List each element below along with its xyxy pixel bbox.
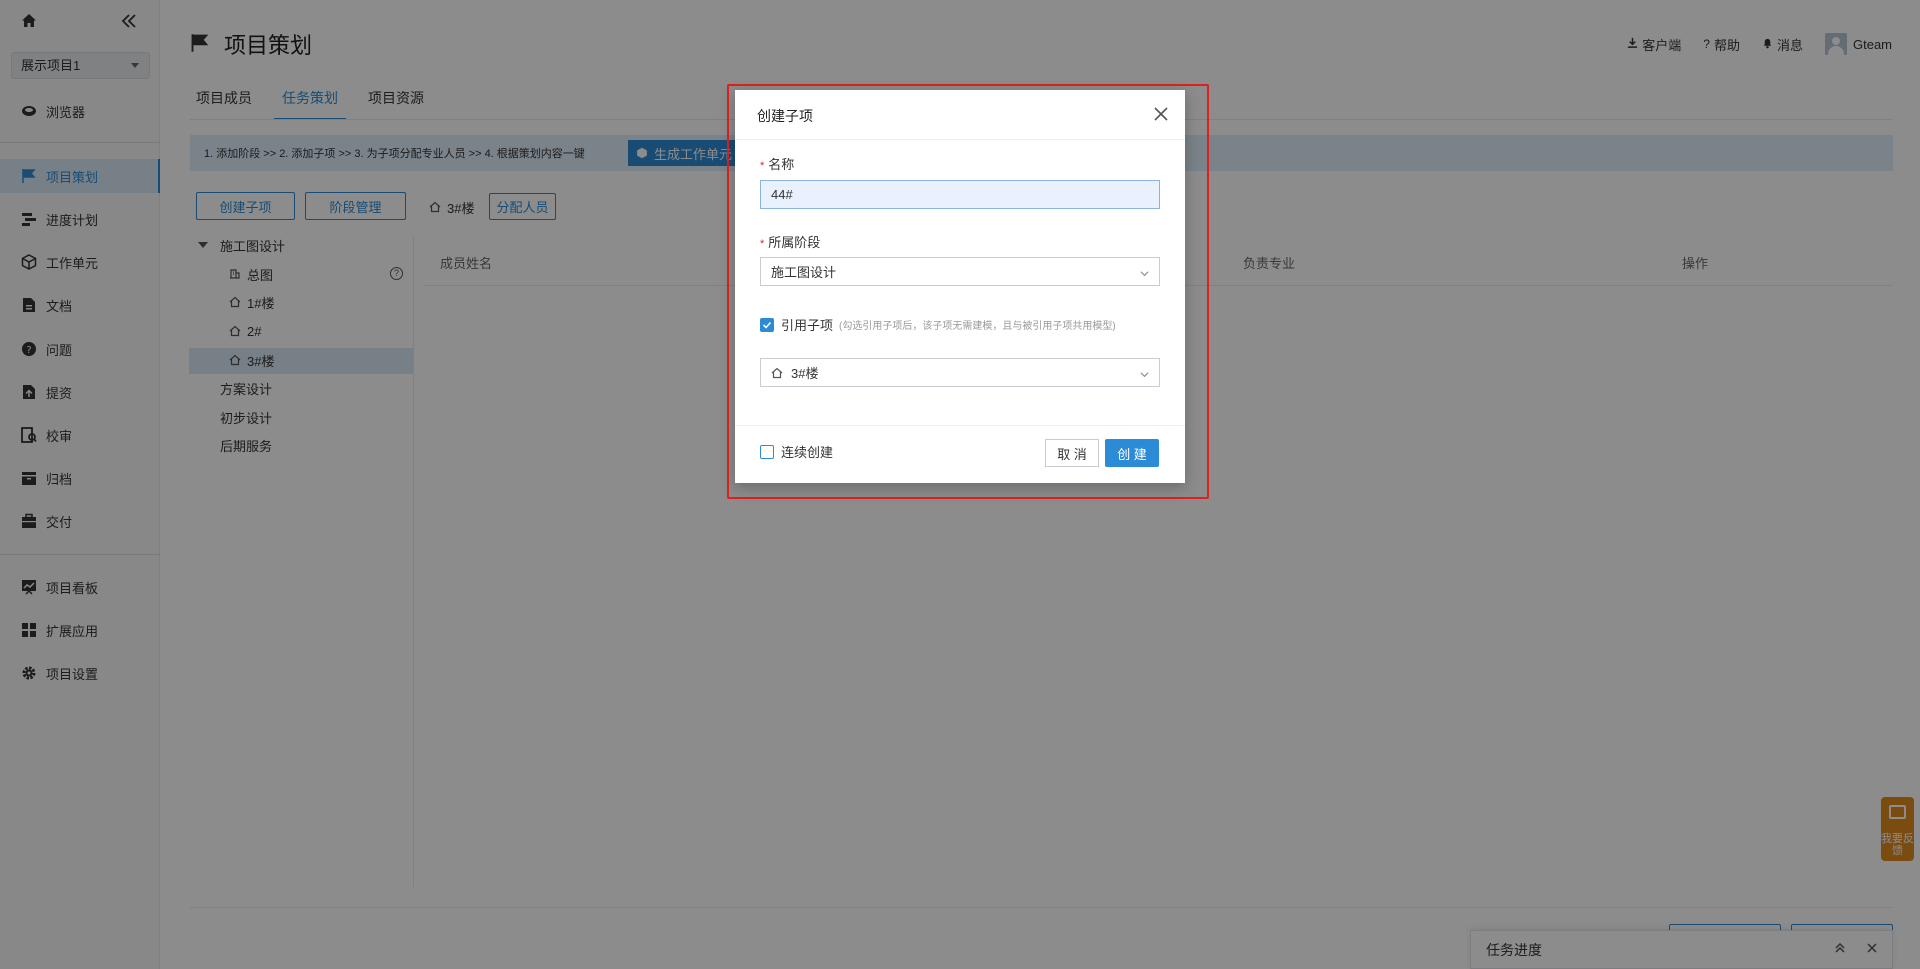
stage-field-label: * 所属阶段 [760,232,820,251]
reference-hint: (勾选引用子项后，该子项无需建模，且与被引用子项共用模型) [839,321,1116,332]
task-progress-panel: 任务进度 [1470,930,1893,969]
reference-select[interactable]: 3#楼 [760,358,1160,387]
continuous-create-row: 连续创建 [760,442,833,461]
create-button[interactable]: 创 建 [1105,439,1159,467]
stage-select-value: 施工图设计 [771,265,837,280]
house-icon [771,367,783,379]
expand-up-icon[interactable] [1834,941,1846,957]
task-progress-title: 任务进度 [1486,941,1542,958]
dialog-title: 创建子项 [757,108,813,124]
cancel-button[interactable]: 取 消 [1045,439,1099,467]
dialog-footer: 连续创建 取 消 创 建 [735,425,1185,483]
chevron-down-icon [1140,266,1149,277]
close-icon[interactable] [1151,104,1171,124]
chevron-down-icon [1140,367,1149,378]
name-input[interactable]: 44# [760,180,1160,209]
name-label-text: 名称 [768,157,795,172]
continuous-create-checkbox[interactable] [760,444,774,459]
close-icon[interactable] [1866,941,1878,957]
stage-label-text: 所属阶段 [768,235,821,250]
reference-select-value: 3#楼 [791,366,819,381]
stage-select[interactable]: 施工图设计 [760,257,1160,286]
required-marker: * [760,238,765,250]
reference-label: 引用子项 [781,318,834,333]
create-sub-item-dialog: 创建子项 * 名称 44# * 所属阶段 施工图设计 引用子项 (勾选引用子项后，该… [735,90,1185,483]
reference-sub-item-row: 引用子项 (勾选引用子项后，该子项无需建模，且与被引用子项共用模型) [760,315,1116,334]
name-input-value: 44# [771,187,793,202]
continuous-create-label: 连续创建 [781,445,834,460]
required-marker: * [760,160,765,172]
reference-checkbox[interactable] [760,317,774,332]
name-field-label: * 名称 [760,154,794,173]
dialog-header: 创建子项 [735,90,1185,140]
